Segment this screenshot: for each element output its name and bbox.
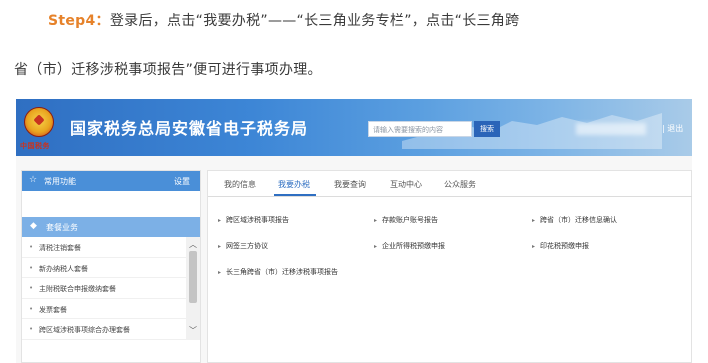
sidebar-item-deregistration[interactable]: • 清税注销套餐	[22, 237, 188, 258]
search-input[interactable]: 请输入需要搜索的内容	[368, 121, 472, 137]
blurred-user-info	[576, 123, 646, 135]
intro-line-1-text: 登录后，点击“我要办税”——“长三角业务专栏”，点击“长三角跨	[109, 13, 520, 29]
site-title: 国家税务总局安徽省电子税务局	[70, 119, 309, 138]
intro-line-1: Step4：登录后，点击“我要办税”——“长三角业务专栏”，点击“长三角跨	[48, 10, 519, 30]
service-label: 跨区域涉税事项报告	[226, 216, 290, 224]
tab-interaction[interactable]: 互动中心	[390, 179, 422, 190]
service-link[interactable]: ▸ 企业所得税预缴申报	[374, 241, 445, 251]
intro-line-2: 省（市）迁移涉税事项报告”便可进行事项办理。	[14, 62, 322, 78]
service-label: 网签三方协议	[226, 242, 269, 250]
package-services-label: 套餐业务	[46, 223, 78, 232]
active-tab-indicator	[274, 194, 316, 196]
bullet-icon: •	[29, 304, 34, 313]
logout-link[interactable]: | 退出	[662, 123, 683, 134]
sidebar-item-label: 跨区域涉税事项综合办理套餐	[39, 326, 130, 334]
service-link-yangtze-migration[interactable]: ▸ 长三角跨省（市）迁移涉税事项报告	[218, 267, 338, 277]
tab-do-tax[interactable]: 我要办税	[278, 179, 310, 190]
service-label: 跨省（市）迁移信息确认	[540, 216, 618, 224]
settings-link[interactable]: 设置	[174, 176, 190, 187]
emblem-caption: 中国税务	[20, 141, 50, 150]
sidebar: ☆ 常用功能 设置 ◆ 套餐业务 • 清税注销套餐 • 新办纳税人套餐 • 主附…	[21, 170, 201, 363]
sidebar-item-label: 清税注销套餐	[39, 244, 81, 252]
chevron-up-icon[interactable]: ︿	[189, 239, 197, 250]
tab-public-service[interactable]: 公众服务	[444, 179, 476, 190]
cube-icon: ◆	[30, 221, 37, 231]
bullet-icon: •	[29, 284, 34, 292]
sidebar-item-label: 新办纳税人套餐	[39, 264, 88, 273]
sidebar-item-joint-filing[interactable]: • 主附税联合申报缴纳套餐	[22, 278, 188, 299]
caret-right-icon: ▸	[532, 243, 536, 250]
common-functions-header[interactable]: ☆ 常用功能 设置	[22, 171, 200, 191]
service-label: 印花税预缴申报	[540, 242, 590, 250]
service-label: 企业所得税预缴申报	[382, 242, 446, 250]
caret-right-icon: ▸	[374, 217, 378, 224]
service-link[interactable]: ▸ 印花税预缴申报	[532, 241, 589, 251]
scrollbar-thumb[interactable]	[189, 251, 197, 303]
service-label: 长三角跨省（市）迁移涉税事项报告	[226, 268, 339, 276]
common-functions-body	[22, 191, 200, 217]
main-panel: 我的信息 我要办税 我要查询 互动中心 公众服务 ▸ 跨区域涉税事项报告 ▸ 存款账…	[207, 170, 692, 363]
common-functions-label: 常用功能	[44, 177, 76, 186]
package-list: • 清税注销套餐 • 新办纳税人套餐 • 主附税联合申报缴纳套餐 • 发票套餐 …	[22, 237, 200, 340]
service-link[interactable]: ▸ 跨区域涉税事项报告	[218, 215, 289, 225]
sidebar-item-invoice[interactable]: • 发票套餐	[22, 299, 188, 319]
star-icon: ☆	[29, 175, 38, 185]
sidebar-item-new-taxpayer[interactable]: • 新办纳税人套餐	[22, 258, 188, 278]
portal-banner: 中国税务 国家税务总局安徽省电子税务局 请输入需要搜索的内容 搜索 | 退出	[16, 99, 692, 156]
bullet-icon: •	[29, 243, 34, 251]
bullet-icon: •	[29, 325, 34, 333]
sidebar-scrollbar[interactable]: ︿ ﹀	[186, 237, 200, 340]
bullet-icon: •	[29, 263, 34, 272]
sidebar-item-label: 发票套餐	[39, 305, 67, 314]
caret-right-icon: ▸	[218, 217, 222, 224]
tab-bar: 我的信息 我要办税 我要查询 互动中心 公众服务	[208, 171, 692, 197]
caret-right-icon: ▸	[218, 269, 222, 276]
service-link[interactable]: ▸ 存款账户账号报告	[374, 215, 438, 225]
caret-right-icon: ▸	[532, 217, 536, 224]
step-label: Step4：	[48, 13, 110, 29]
caret-right-icon: ▸	[374, 243, 378, 250]
sidebar-item-cross-region[interactable]: • 跨区域涉税事项综合办理套餐	[22, 319, 188, 340]
package-services-header[interactable]: ◆ 套餐业务	[22, 217, 200, 237]
tab-my-info[interactable]: 我的信息	[224, 179, 256, 190]
tax-portal-screenshot: 中国税务 国家税务总局安徽省电子税务局 请输入需要搜索的内容 搜索 | 退出 ☆…	[16, 99, 692, 363]
sidebar-item-label: 主附税联合申报缴纳套餐	[39, 285, 116, 293]
service-link[interactable]: ▸ 网签三方协议	[218, 241, 268, 251]
caret-right-icon: ▸	[218, 243, 222, 250]
chevron-down-icon[interactable]: ﹀	[189, 325, 197, 336]
search-button[interactable]: 搜索	[474, 121, 500, 137]
tab-query[interactable]: 我要查询	[334, 179, 366, 190]
service-link[interactable]: ▸ 跨省（市）迁移信息确认	[532, 215, 617, 225]
tax-emblem-icon	[24, 107, 54, 137]
service-label: 存款账户账号报告	[382, 216, 439, 224]
